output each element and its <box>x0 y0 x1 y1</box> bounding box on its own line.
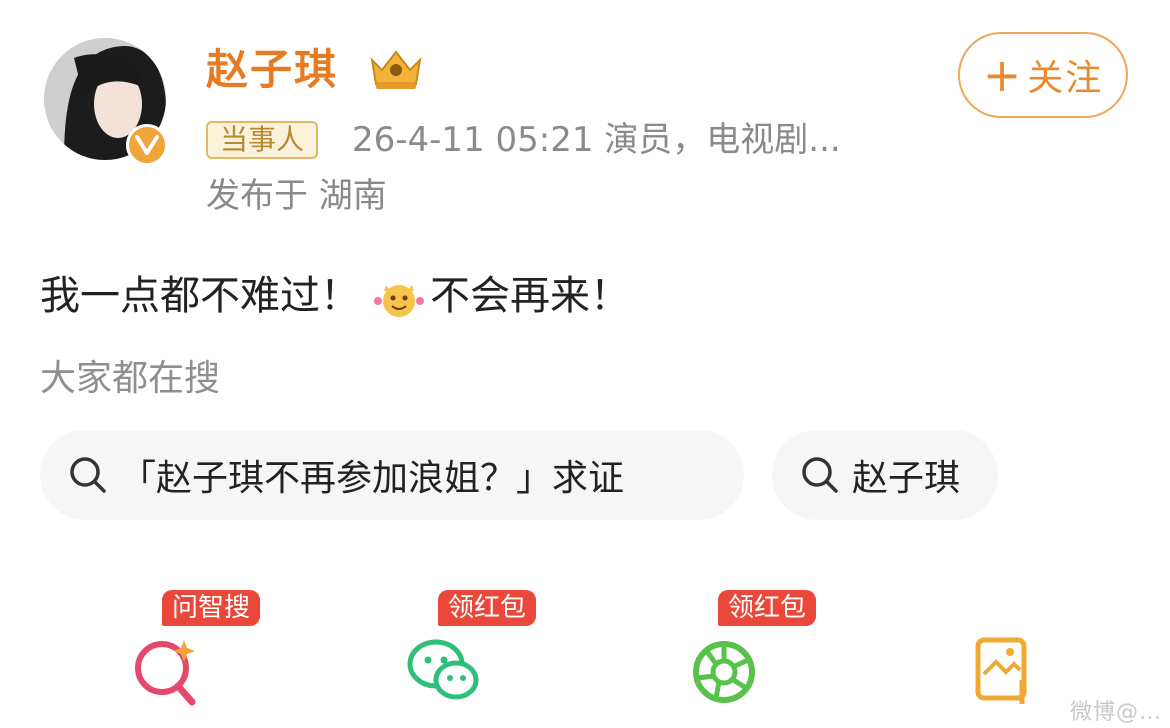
follow-label: 关注 <box>1027 58 1104 99</box>
share-moments-button[interactable]: 领红包 <box>636 590 876 728</box>
happy-emoji-icon <box>374 285 424 317</box>
search-icon <box>802 457 838 493</box>
search-chip[interactable]: 「赵子琪不再参加浪姐？」求证 <box>40 430 744 520</box>
post-text-after: 不会再来！ <box>430 273 630 319</box>
ai-search-button[interactable]: 问智搜 <box>80 590 320 728</box>
wechat-icon <box>407 639 479 700</box>
plus-icon: + <box>982 48 1022 102</box>
verified-badge-icon <box>126 124 168 166</box>
share-wechat-button[interactable]: 领红包 <box>356 590 596 728</box>
crown-icon <box>370 50 422 89</box>
save-image-icon <box>975 637 1027 704</box>
search-chip-label: 「赵子琪不再参加浪姐？」求证 <box>120 458 625 499</box>
search-chip-label: 赵子琪 <box>852 458 961 499</box>
ai-search-icon <box>135 640 196 706</box>
search-icon <box>70 457 106 493</box>
watermark: 微博@… <box>1069 700 1162 725</box>
post-text: 我一点都不难过！ 不会再来！ <box>40 268 630 324</box>
badge: 问智搜 <box>162 590 261 626</box>
post-location: 发布于 湖南 <box>206 176 387 216</box>
moments-icon <box>693 641 755 703</box>
badge: 领红包 <box>718 590 817 626</box>
follow-button[interactable]: + 关注 <box>958 32 1128 118</box>
username[interactable]: 赵子琪 <box>206 42 338 98</box>
post-meta: 26-4-11 05:21 演员，电视剧... <box>352 120 841 160</box>
search-section-title: 大家都在搜 <box>40 358 221 399</box>
post-text-before: 我一点都不难过！ <box>40 273 360 319</box>
role-tag: 当事人 <box>206 121 319 159</box>
badge: 领红包 <box>438 590 537 626</box>
search-chip[interactable]: 赵子琪 <box>772 430 998 520</box>
